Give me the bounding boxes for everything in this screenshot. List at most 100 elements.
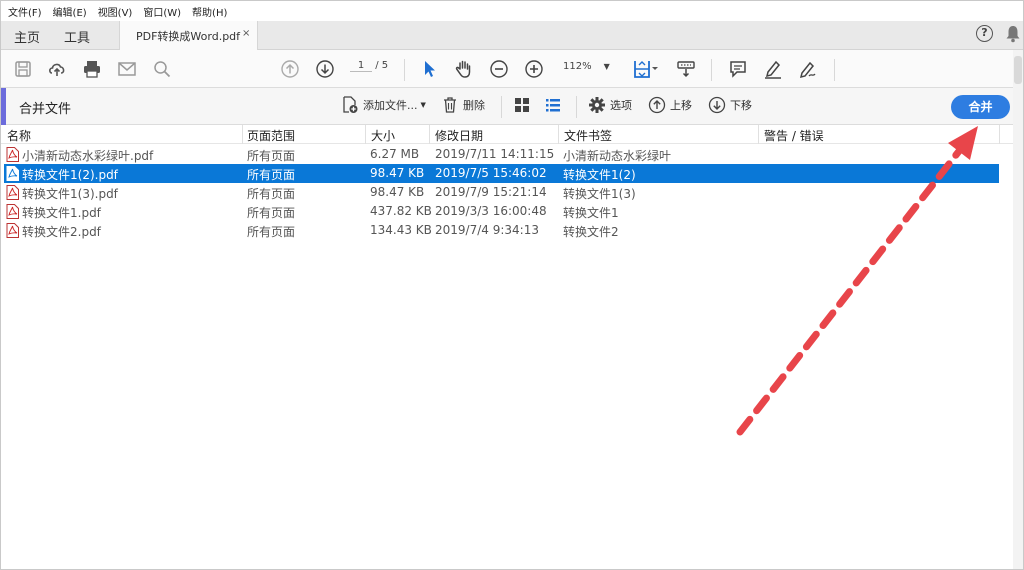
fit-icon[interactable] [631,58,661,80]
column-modified-date[interactable]: 修改日期 [435,127,483,144]
column-divider [558,125,559,144]
print-icon[interactable] [81,58,103,80]
page-title: 合并文件 [19,102,72,117]
tab-bar: 主页 工具 PDF转换成Word.pdf × ? [1,21,1023,50]
pdf-file-icon [6,147,19,162]
modified-date: 2019/7/4 9:34:13 [435,223,539,237]
bell-icon[interactable] [1005,25,1021,43]
gear-icon [589,97,605,113]
table-row[interactable]: 转换文件1.pdf 所有页面 437.82 KB 2019/3/3 16:00:… [4,202,999,221]
scrollbar-thumb[interactable] [1014,56,1022,84]
grid-view-icon[interactable] [513,96,535,114]
keyboard-icon[interactable] [675,58,697,80]
table-row[interactable]: 转换文件1(3).pdf 所有页面 98.47 KB 2019/7/9 15:2… [4,183,999,202]
move-down-label: 下移 [730,99,752,112]
hand-icon[interactable] [453,58,475,80]
page-number-input[interactable]: 1 [350,60,372,72]
chevron-down-icon: ▼ [603,62,610,71]
menu-bar: 文件(F) 编辑(E) 视图(V) 窗口(W) 帮助(H) [1,1,1023,21]
options-button[interactable]: 选项 [588,96,632,114]
toolbar-divider [711,59,712,81]
search-zoom-icon[interactable] [151,58,173,80]
file-size: 134.43 KB [370,223,432,237]
toolbar-divider [404,59,405,81]
sign-icon[interactable] [797,58,819,80]
column-page-range[interactable]: 页面范围 [247,127,295,144]
add-files-button[interactable]: 添加文件... ▼ [341,96,426,114]
file-name: 转换文件1(2).pdf [22,168,118,182]
move-up-button[interactable]: 上移 [648,96,692,114]
tab-home[interactable]: 主页 [14,27,40,46]
comment-icon[interactable] [727,58,749,80]
zoom-out-icon[interactable] [488,58,510,80]
toolbar-divider [501,96,502,118]
merge-button[interactable]: 合并 [951,95,1010,119]
column-divider [999,125,1000,144]
column-size[interactable]: 大小 [371,127,395,144]
file-name: 转换文件1.pdf [22,206,101,220]
chevron-down-icon: ▼ [420,101,426,109]
bookmark-name: 转换文件1(2) [563,168,636,182]
table-row[interactable]: 小清新动态水彩绿叶.pdf 所有页面 6.27 MB 2019/7/11 14:… [4,145,999,164]
page-total: / 5 [375,60,389,71]
pdf-file-icon [6,166,19,181]
combine-files-bar: 合并文件 添加文件... ▼ 删除 选项 上移 下移 合并 [1,88,1023,125]
select-cursor-icon[interactable] [419,58,441,80]
column-bookmark[interactable]: 文件书签 [564,127,612,144]
scrollbar[interactable] [1013,50,1023,569]
modified-date: 2019/7/9 15:21:14 [435,185,547,199]
close-icon[interactable]: × [242,28,250,39]
help-icon[interactable]: ? [976,25,993,42]
column-warnings[interactable]: 警告 / 错误 [764,127,824,144]
column-name[interactable]: 名称 [7,127,31,144]
table-row[interactable]: 转换文件2.pdf 所有页面 134.43 KB 2019/7/4 9:34:1… [4,221,999,240]
table-header: 名称 页面范围 大小 修改日期 文件书签 警告 / 错误 [1,125,1013,144]
page-range[interactable]: 所有页面 [247,204,295,221]
bookmark-name: 转换文件2 [563,225,619,239]
delete-label: 删除 [463,99,485,112]
tab-tools[interactable]: 工具 [64,27,90,46]
file-name: 转换文件1(3).pdf [22,187,118,201]
page-range[interactable]: 所有页面 [247,166,295,183]
pdf-file-icon [6,223,19,238]
page-down-icon[interactable] [314,58,336,80]
modified-date: 2019/3/3 16:00:48 [435,204,547,218]
add-file-icon [343,96,358,113]
menu-view[interactable]: 视图(V) [98,4,133,19]
modified-date: 2019/7/5 15:46:02 [435,166,547,180]
modified-date: 2019/7/11 14:11:15 [435,147,555,161]
file-name: 小清新动态水彩绿叶.pdf [22,149,154,163]
menu-window[interactable]: 窗口(W) [143,4,181,19]
file-size: 98.47 KB [370,185,425,199]
move-down-button[interactable]: 下移 [708,96,752,114]
menu-help[interactable]: 帮助(H) [192,4,227,19]
menu-file[interactable]: 文件(F) [8,4,42,19]
bookmark-name: 转换文件1(3) [563,187,636,201]
zoom-in-icon[interactable] [523,58,545,80]
column-divider [365,125,366,144]
menu-edit[interactable]: 编辑(E) [53,4,87,19]
file-size: 98.47 KB [370,166,425,180]
delete-button[interactable]: 删除 [441,96,485,114]
arrow-up-circle-icon [648,96,666,114]
zoom-select[interactable]: 112% ▼ [563,61,610,72]
upload-icon[interactable] [46,58,68,80]
column-divider [429,125,430,144]
table-row-selected[interactable]: 转换文件1(2).pdf 所有页面 98.47 KB 2019/7/5 15:4… [4,164,999,183]
arrow-down-circle-icon [708,96,726,114]
column-divider [242,125,243,144]
highlight-pen-icon[interactable] [762,58,784,80]
page-up-icon[interactable] [279,58,301,80]
move-up-label: 上移 [670,99,692,112]
page-range[interactable]: 所有页面 [247,185,295,202]
save-icon[interactable] [12,58,34,80]
tab-document[interactable]: PDF转换成Word.pdf × [119,21,258,50]
pdf-file-icon [6,185,19,200]
page-range[interactable]: 所有页面 [247,147,295,164]
bookmark-name: 转换文件1 [563,206,619,220]
page-indicator: 1 / 5 [350,60,388,72]
page-range[interactable]: 所有页面 [247,223,295,240]
mail-icon[interactable] [116,58,138,80]
tab-document-label: PDF转换成Word.pdf [136,30,241,43]
list-view-icon[interactable] [544,96,566,114]
